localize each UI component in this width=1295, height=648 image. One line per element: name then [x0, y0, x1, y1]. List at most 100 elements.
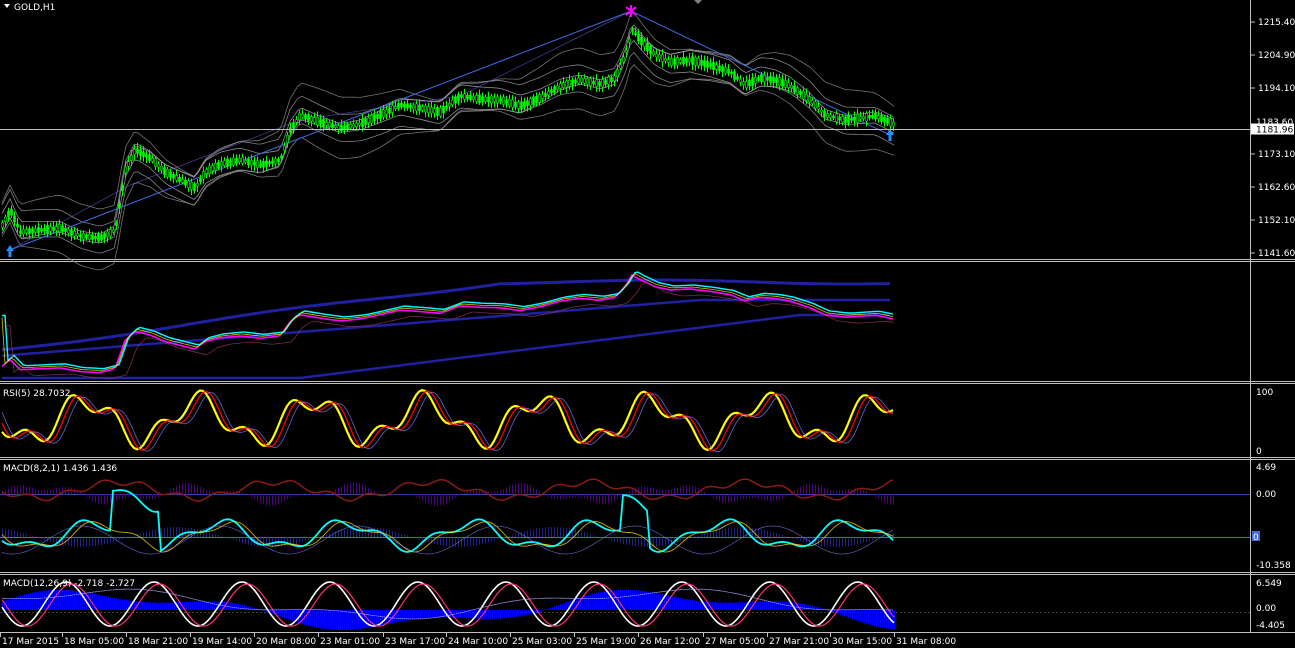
candle[interactable]	[661, 54, 664, 62]
candle[interactable]	[586, 78, 589, 85]
candle[interactable]	[829, 114, 832, 119]
candle[interactable]	[550, 89, 553, 94]
candle[interactable]	[43, 228, 46, 232]
candle[interactable]	[277, 158, 280, 163]
candle[interactable]	[406, 103, 409, 109]
candle[interactable]	[559, 83, 562, 89]
candle[interactable]	[337, 125, 340, 130]
candle[interactable]	[487, 96, 490, 103]
candle[interactable]	[445, 105, 448, 109]
candle[interactable]	[316, 116, 319, 126]
candle[interactable]	[328, 122, 331, 128]
candle[interactable]	[265, 160, 268, 167]
candle[interactable]	[178, 176, 181, 182]
candle[interactable]	[466, 94, 469, 100]
candle[interactable]	[331, 123, 334, 129]
candle[interactable]	[238, 158, 241, 163]
candle[interactable]	[253, 161, 256, 166]
candle[interactable]	[769, 76, 772, 83]
candle[interactable]	[403, 103, 406, 108]
candle[interactable]	[856, 114, 859, 123]
candle[interactable]	[442, 105, 445, 114]
candle[interactable]	[391, 105, 394, 113]
candle[interactable]	[835, 113, 838, 122]
candle[interactable]	[460, 94, 463, 98]
candle[interactable]	[10, 208, 13, 216]
candle[interactable]	[16, 223, 19, 228]
candle[interactable]	[37, 227, 40, 234]
candle[interactable]	[733, 71, 736, 80]
candle[interactable]	[355, 122, 358, 127]
candle[interactable]	[52, 226, 55, 231]
candle[interactable]	[547, 91, 550, 96]
candle[interactable]	[583, 78, 586, 84]
candle[interactable]	[544, 92, 547, 98]
candle[interactable]	[553, 86, 556, 93]
candle[interactable]	[706, 60, 709, 68]
candle[interactable]	[499, 98, 502, 102]
candle[interactable]	[784, 80, 787, 88]
candle[interactable]	[127, 161, 130, 167]
candle[interactable]	[622, 56, 625, 63]
candle[interactable]	[478, 94, 481, 104]
candle[interactable]	[448, 103, 451, 107]
candle[interactable]	[295, 119, 298, 123]
candle[interactable]	[4, 216, 7, 223]
candle[interactable]	[418, 104, 421, 112]
candle[interactable]	[7, 210, 10, 217]
candle[interactable]	[682, 56, 685, 65]
candle[interactable]	[655, 53, 658, 58]
candle[interactable]	[820, 109, 823, 113]
candle[interactable]	[883, 116, 886, 123]
candle[interactable]	[349, 123, 352, 129]
candle[interactable]	[481, 96, 484, 102]
candle[interactable]	[256, 160, 259, 169]
candle[interactable]	[160, 166, 163, 171]
candle[interactable]	[229, 160, 232, 164]
candle[interactable]	[433, 108, 436, 114]
candle[interactable]	[166, 169, 169, 178]
candle[interactable]	[595, 79, 598, 87]
candle[interactable]	[241, 157, 244, 164]
candle[interactable]	[601, 79, 604, 88]
trading-chart[interactable]: GOLD,H1 1215.40 1204.90 1194.10 1173.10 1162…	[0, 0, 1295, 648]
candle[interactable]	[691, 56, 694, 65]
candle[interactable]	[145, 154, 148, 158]
candle[interactable]	[748, 79, 751, 87]
candle[interactable]	[424, 105, 427, 113]
candle[interactable]	[730, 71, 733, 75]
candle[interactable]	[463, 93, 466, 100]
window-title[interactable]: GOLD,H1	[4, 3, 55, 13]
candle[interactable]	[718, 65, 721, 71]
candle[interactable]	[859, 116, 862, 120]
candle[interactable]	[100, 234, 103, 241]
candle[interactable]	[484, 96, 487, 102]
candle[interactable]	[436, 107, 439, 116]
candle[interactable]	[862, 116, 865, 120]
candle[interactable]	[844, 116, 847, 124]
candle[interactable]	[520, 101, 523, 110]
candle[interactable]	[679, 59, 682, 63]
candle[interactable]	[190, 181, 193, 190]
candle[interactable]	[793, 85, 796, 93]
candle[interactable]	[211, 165, 214, 172]
candle[interactable]	[274, 158, 277, 165]
macd-slow-panel[interactable]	[0, 581, 1250, 630]
candle[interactable]	[736, 76, 739, 80]
candle[interactable]	[73, 230, 76, 237]
candle[interactable]	[298, 112, 301, 121]
candle[interactable]	[817, 106, 820, 110]
candle[interactable]	[88, 233, 91, 240]
candle[interactable]	[61, 225, 64, 232]
candle[interactable]	[271, 160, 274, 164]
candle[interactable]	[613, 75, 616, 82]
candle[interactable]	[163, 167, 166, 175]
candle[interactable]	[358, 122, 361, 126]
candle[interactable]	[130, 155, 133, 161]
candle[interactable]	[565, 80, 568, 88]
candle[interactable]	[850, 117, 853, 121]
candle[interactable]	[625, 50, 628, 53]
candle[interactable]	[118, 203, 121, 209]
candle[interactable]	[781, 79, 784, 87]
candle[interactable]	[199, 177, 202, 183]
